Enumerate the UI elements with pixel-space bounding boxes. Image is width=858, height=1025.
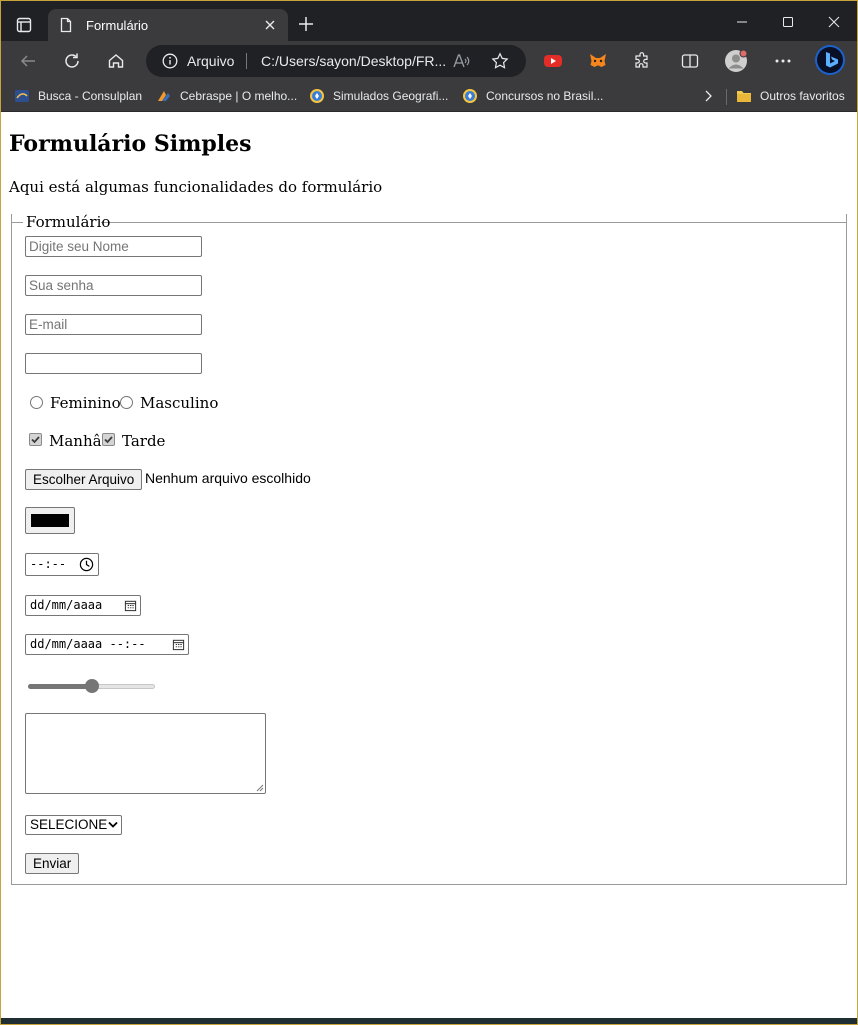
date-placeholder: dd/mm/aaaa: [30, 598, 103, 612]
address-divider: [246, 53, 247, 69]
datetime-placeholder: dd/mm/aaaa --:--: [30, 637, 146, 651]
password-input[interactable]: Sua senha: [25, 275, 202, 296]
info-icon[interactable]: [162, 53, 178, 69]
range-slider[interactable]: [28, 678, 155, 694]
bookmark-label: Simulados Geografi...: [333, 89, 449, 103]
clock-icon[interactable]: [79, 557, 94, 572]
bookmark-cebraspe[interactable]: Cebraspe | O melho...: [156, 85, 297, 107]
favorite-star-icon[interactable]: [491, 52, 509, 70]
taskbar-edge: [0, 1018, 858, 1025]
choose-file-button[interactable]: Escolher Arquivo: [25, 469, 143, 490]
chevron-down-icon: [108, 821, 118, 828]
page-title: Formulário Simples: [9, 131, 252, 157]
calendar-icon[interactable]: [172, 638, 185, 651]
new-tab-icon[interactable]: [296, 14, 316, 34]
bookmark-label: Concursos no Brasil...: [486, 89, 604, 103]
metamask-extension-icon[interactable]: [586, 49, 610, 73]
read-aloud-icon[interactable]: [452, 53, 470, 69]
bookmark-consulplan[interactable]: Busca - Consulplan: [14, 85, 142, 107]
checkmark-icon: [31, 436, 40, 444]
submit-button[interactable]: Enviar: [25, 853, 80, 874]
security-label: Arquivo: [187, 53, 235, 69]
message-textarea[interactable]: [25, 713, 266, 794]
address-bar[interactable]: Arquivo C:/Users/sayon/Desktop/FR...: [146, 45, 526, 77]
concursos-favicon-icon: [463, 89, 477, 103]
bookmarks-divider: [726, 89, 727, 105]
bookmark-concursos[interactable]: Concursos no Brasil...: [462, 85, 603, 107]
home-icon[interactable]: [104, 49, 128, 73]
bookmark-label: Cebraspe | O melho...: [180, 89, 298, 103]
color-swatch: [31, 514, 69, 527]
time-placeholder: --:--: [30, 557, 67, 571]
back-icon[interactable]: [16, 49, 40, 73]
more-options-icon[interactable]: [771, 49, 795, 73]
resize-grip-icon[interactable]: [256, 784, 264, 792]
url-text[interactable]: C:/Users/sayon/Desktop/FR...: [261, 53, 447, 69]
other-favorites-folder[interactable]: Outros favoritos: [736, 85, 845, 107]
bookmarks-overflow-icon[interactable]: [703, 85, 713, 107]
options-select[interactable]: SELECIONE: [25, 815, 122, 835]
name-input[interactable]: Digite seu Nome: [25, 236, 202, 257]
consulplan-favicon-icon: [15, 90, 29, 102]
radio-male-label: Masculino: [140, 394, 219, 412]
title-bar: Formulário: [0, 0, 858, 41]
tab-actions-icon[interactable]: [12, 13, 36, 37]
checkbox-morning[interactable]: [29, 433, 42, 446]
refresh-icon[interactable]: [60, 49, 84, 73]
color-picker[interactable]: [25, 507, 75, 534]
calendar-icon[interactable]: [124, 599, 137, 612]
bookmarks-bar: Busca - Consulplan Cebraspe | O melho...…: [0, 81, 858, 112]
close-window-icon[interactable]: [824, 12, 844, 32]
date-input[interactable]: dd/mm/aaaa: [25, 595, 141, 616]
datetime-input[interactable]: dd/mm/aaaa --:--: [25, 634, 189, 655]
radio-male[interactable]: [120, 396, 133, 409]
cebraspe-favicon-icon: [158, 91, 170, 101]
other-favorites-label: Outros favoritos: [760, 89, 845, 103]
time-input[interactable]: --:--: [25, 553, 99, 576]
maximize-icon[interactable]: [778, 12, 798, 32]
fieldset-border: [11, 222, 23, 223]
checkbox-afternoon-label: Tarde: [122, 432, 166, 450]
fieldset-legend: Formulário: [26, 213, 111, 231]
fieldset-border: [101, 222, 847, 223]
radio-female-label: Feminino: [50, 394, 121, 412]
simulados-favicon-icon: [310, 89, 324, 103]
select-value: SELECIONE: [30, 817, 108, 832]
page-description: Aqui está algumas funcionalidades do for…: [9, 178, 383, 196]
youtube-extension-icon[interactable]: [541, 49, 565, 73]
slider-fill: [28, 684, 92, 689]
bing-copilot-icon[interactable]: [814, 44, 846, 76]
bookmark-label: Busca - Consulplan: [38, 89, 143, 103]
minimize-icon[interactable]: [732, 12, 752, 32]
radio-female[interactable]: [30, 396, 43, 409]
tab-formulario[interactable]: Formulário: [48, 9, 288, 41]
blank-text-input[interactable]: [25, 353, 202, 374]
file-status-text: Nenhum arquivo escolhido: [145, 470, 311, 486]
navigation-toolbar: Arquivo C:/Users/sayon/Desktop/FR...: [0, 41, 858, 81]
extensions-icon[interactable]: [630, 49, 654, 73]
checkmark-icon: [104, 436, 113, 444]
profile-avatar[interactable]: [724, 49, 748, 73]
page-content: Formulário Simples Aqui está algumas fun…: [0, 112, 858, 1018]
split-screen-icon[interactable]: [678, 49, 702, 73]
close-tab-icon[interactable]: [262, 17, 278, 33]
tab-title: Formulário: [86, 17, 149, 33]
document-icon: [60, 17, 72, 33]
slider-thumb[interactable]: [85, 679, 99, 693]
bookmark-simulados[interactable]: Simulados Geografi...: [309, 85, 448, 107]
email-input[interactable]: E-mail: [25, 314, 202, 335]
folder-icon: [737, 91, 751, 102]
checkbox-morning-label: Manhâ: [49, 432, 102, 450]
checkbox-afternoon[interactable]: [102, 433, 115, 446]
